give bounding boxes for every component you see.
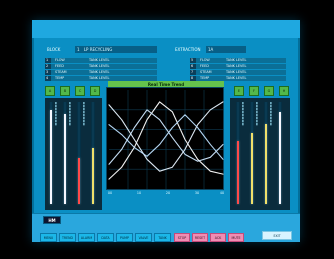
x-tick-label: 00 bbox=[107, 191, 113, 195]
row-name: FLOW bbox=[55, 58, 65, 62]
bottom-button[interactable]: TANK bbox=[154, 233, 171, 242]
row-name: FEED bbox=[55, 64, 64, 68]
bottom-button[interactable]: TREND bbox=[59, 233, 76, 242]
row-tag: 1 bbox=[45, 58, 51, 63]
block-desc: LP RECYCLING bbox=[83, 47, 113, 52]
block-label: BLOCK bbox=[47, 46, 61, 53]
right-mode-button-f[interactable]: F bbox=[249, 86, 259, 96]
left-gauge-1 bbox=[49, 102, 53, 204]
row-desc: TANK LEVEL bbox=[89, 76, 110, 80]
row-desc: TANK LEVEL bbox=[226, 76, 247, 80]
left-gauge-2 bbox=[63, 102, 67, 204]
bottom-button[interactable]: EXIT bbox=[262, 231, 292, 240]
row-tag: 7 bbox=[190, 70, 196, 75]
x-tick-label: 10 bbox=[136, 191, 142, 195]
left-gauge-2-ticks: ▮ ▮ ▮ ▮ ▮ ▮ ▮ ▮ bbox=[69, 101, 71, 126]
left-mode-button-c[interactable]: C bbox=[75, 86, 85, 96]
gauge-fill bbox=[92, 147, 94, 204]
left-mode-button-d[interactable]: D bbox=[90, 86, 100, 96]
bottom-button[interactable]: MUTE bbox=[228, 233, 244, 242]
gauge-fill bbox=[279, 112, 281, 204]
bottom-button[interactable]: RESET bbox=[192, 233, 208, 242]
left-gauge-3-ticks: ▮ ▮ ▮ ▮ ▮ ▮ ▮ ▮ bbox=[83, 101, 85, 126]
row-tag: 3 bbox=[45, 70, 51, 75]
bottom-button[interactable]: STOP bbox=[174, 233, 190, 242]
hmi-photo: BLOCK 1 LP RECYCLING EXTRACTION 1A 1 FLO… bbox=[0, 0, 334, 259]
row-desc: TANK LEVEL bbox=[89, 70, 110, 74]
row-name: STEAM bbox=[55, 70, 67, 74]
right-gauge-2-ticks: ▮ ▮ ▮ ▮ ▮ ▮ ▮ ▮ bbox=[256, 101, 258, 126]
trend-svg bbox=[108, 90, 224, 189]
gauge-fill bbox=[64, 114, 66, 204]
left-gauge-3 bbox=[77, 102, 81, 204]
row-name: STEAM bbox=[200, 70, 212, 74]
right-gauge-1-ticks: ▮ ▮ ▮ ▮ ▮ ▮ ▮ ▮ bbox=[242, 101, 244, 126]
row-desc: TANK LEVEL bbox=[89, 64, 110, 68]
right-gauge-3-ticks: ▮ ▮ ▮ ▮ ▮ ▮ ▮ ▮ bbox=[270, 101, 272, 126]
gauge-fill bbox=[265, 124, 267, 204]
right-gauge-3 bbox=[264, 102, 268, 204]
x-tick-label: 20 bbox=[165, 191, 171, 195]
row-name: TEMP bbox=[55, 76, 65, 80]
gauge-fill bbox=[50, 110, 52, 204]
right-mode-button-g[interactable]: G bbox=[264, 86, 274, 96]
block-field[interactable]: 1 LP RECYCLING bbox=[75, 46, 157, 53]
brand-logo: HM bbox=[43, 216, 61, 224]
trend-chart[interactable] bbox=[106, 87, 224, 190]
row-desc: TANK LEVEL bbox=[226, 64, 247, 68]
top-status-bar bbox=[32, 20, 300, 38]
row-desc: TANK LEVEL bbox=[89, 58, 110, 62]
gauge-fill bbox=[78, 158, 80, 204]
bottom-button[interactable]: DATA bbox=[97, 233, 114, 242]
row-desc: TANK LEVEL bbox=[226, 70, 247, 74]
bottom-button[interactable]: PUMP bbox=[116, 233, 133, 242]
extraction-label: EXTRACTION bbox=[175, 46, 201, 53]
bottom-button[interactable]: ACK bbox=[210, 233, 226, 242]
right-mode-button-e[interactable]: E bbox=[234, 86, 244, 96]
bottom-button[interactable]: ALARM bbox=[78, 233, 95, 242]
right-gauge-2 bbox=[250, 102, 254, 204]
right-gauge-1 bbox=[236, 102, 240, 204]
bottom-button[interactable]: MENU bbox=[40, 233, 57, 242]
right-gauge-4 bbox=[278, 102, 282, 204]
right-mode-button-h[interactable]: H bbox=[279, 86, 289, 96]
block-value: 1 bbox=[77, 47, 80, 52]
row-tag: 4 bbox=[45, 76, 51, 81]
bottom-button[interactable]: VALVE bbox=[135, 233, 152, 242]
x-tick-label: 40 bbox=[219, 191, 225, 195]
x-tick-label: 30 bbox=[194, 191, 200, 195]
left-mode-button-b[interactable]: B bbox=[60, 86, 70, 96]
gauge-fill bbox=[251, 132, 253, 204]
row-name: FLOW bbox=[200, 58, 210, 62]
row-tag: 6 bbox=[190, 64, 196, 69]
extraction-value: 1A bbox=[208, 47, 214, 52]
row-tag: 5 bbox=[190, 58, 196, 63]
extraction-field[interactable]: 1A bbox=[206, 46, 246, 53]
left-mode-button-a[interactable]: A bbox=[45, 86, 55, 96]
row-desc: TANK LEVEL bbox=[226, 58, 247, 62]
left-gauge-1-ticks: ▮ ▮ ▮ ▮ ▮ ▮ ▮ ▮ bbox=[55, 101, 57, 126]
row-name: FEED bbox=[200, 64, 209, 68]
gauge-fill bbox=[237, 140, 239, 204]
left-gauge-4 bbox=[91, 102, 95, 204]
row-tag: 2 bbox=[45, 64, 51, 69]
